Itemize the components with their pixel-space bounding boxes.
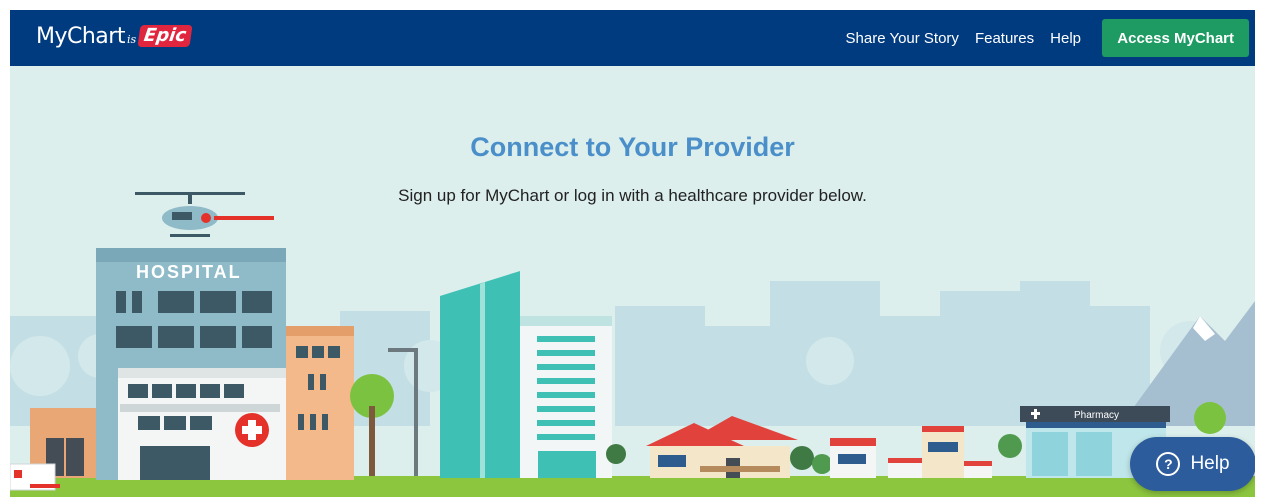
help-floating-button[interactable]: ? Help	[1130, 437, 1255, 491]
mychart-logo[interactable]: MyChart is Epic	[36, 21, 193, 51]
pharmacy-sign: Pharmacy	[1074, 410, 1119, 421]
city-illustration: HOSPITAL Pharmacy	[10, 192, 1255, 497]
nav-features-link[interactable]: Features	[975, 30, 1034, 47]
nav-help-link[interactable]: Help	[1050, 30, 1081, 47]
epic-logo-badge: Epic	[137, 25, 193, 47]
nav-share-your-story-link[interactable]: Share Your Story	[846, 30, 959, 47]
glass-office-tower	[440, 271, 612, 478]
access-mychart-button[interactable]: Access MyChart	[1102, 19, 1249, 57]
logo-is-text: is	[126, 32, 137, 46]
page-subtitle: Sign up for MyChart or log in with a hea…	[398, 186, 867, 205]
hospital-sign: HOSPITAL	[136, 262, 242, 282]
page-frame: MyChart is Epic Share Your Story Feature…	[10, 10, 1255, 497]
help-floating-button-label: Help	[1190, 453, 1230, 474]
top-navigation-bar: MyChart is Epic Share Your Story Feature…	[10, 10, 1255, 66]
logo-wordmark: MyChart	[36, 23, 125, 49]
question-circle-icon: ?	[1156, 452, 1181, 476]
townhouses	[830, 426, 992, 478]
ambulance	[10, 463, 60, 491]
hero-banner: HOSPITAL Pharmacy Connect to Your Provid…	[10, 66, 1255, 497]
main-nav: Share Your Story Features Help	[846, 10, 1081, 66]
page-title: Connect to Your Provider	[470, 132, 795, 162]
hospital-annex	[286, 326, 354, 480]
hospital-building	[96, 248, 288, 480]
